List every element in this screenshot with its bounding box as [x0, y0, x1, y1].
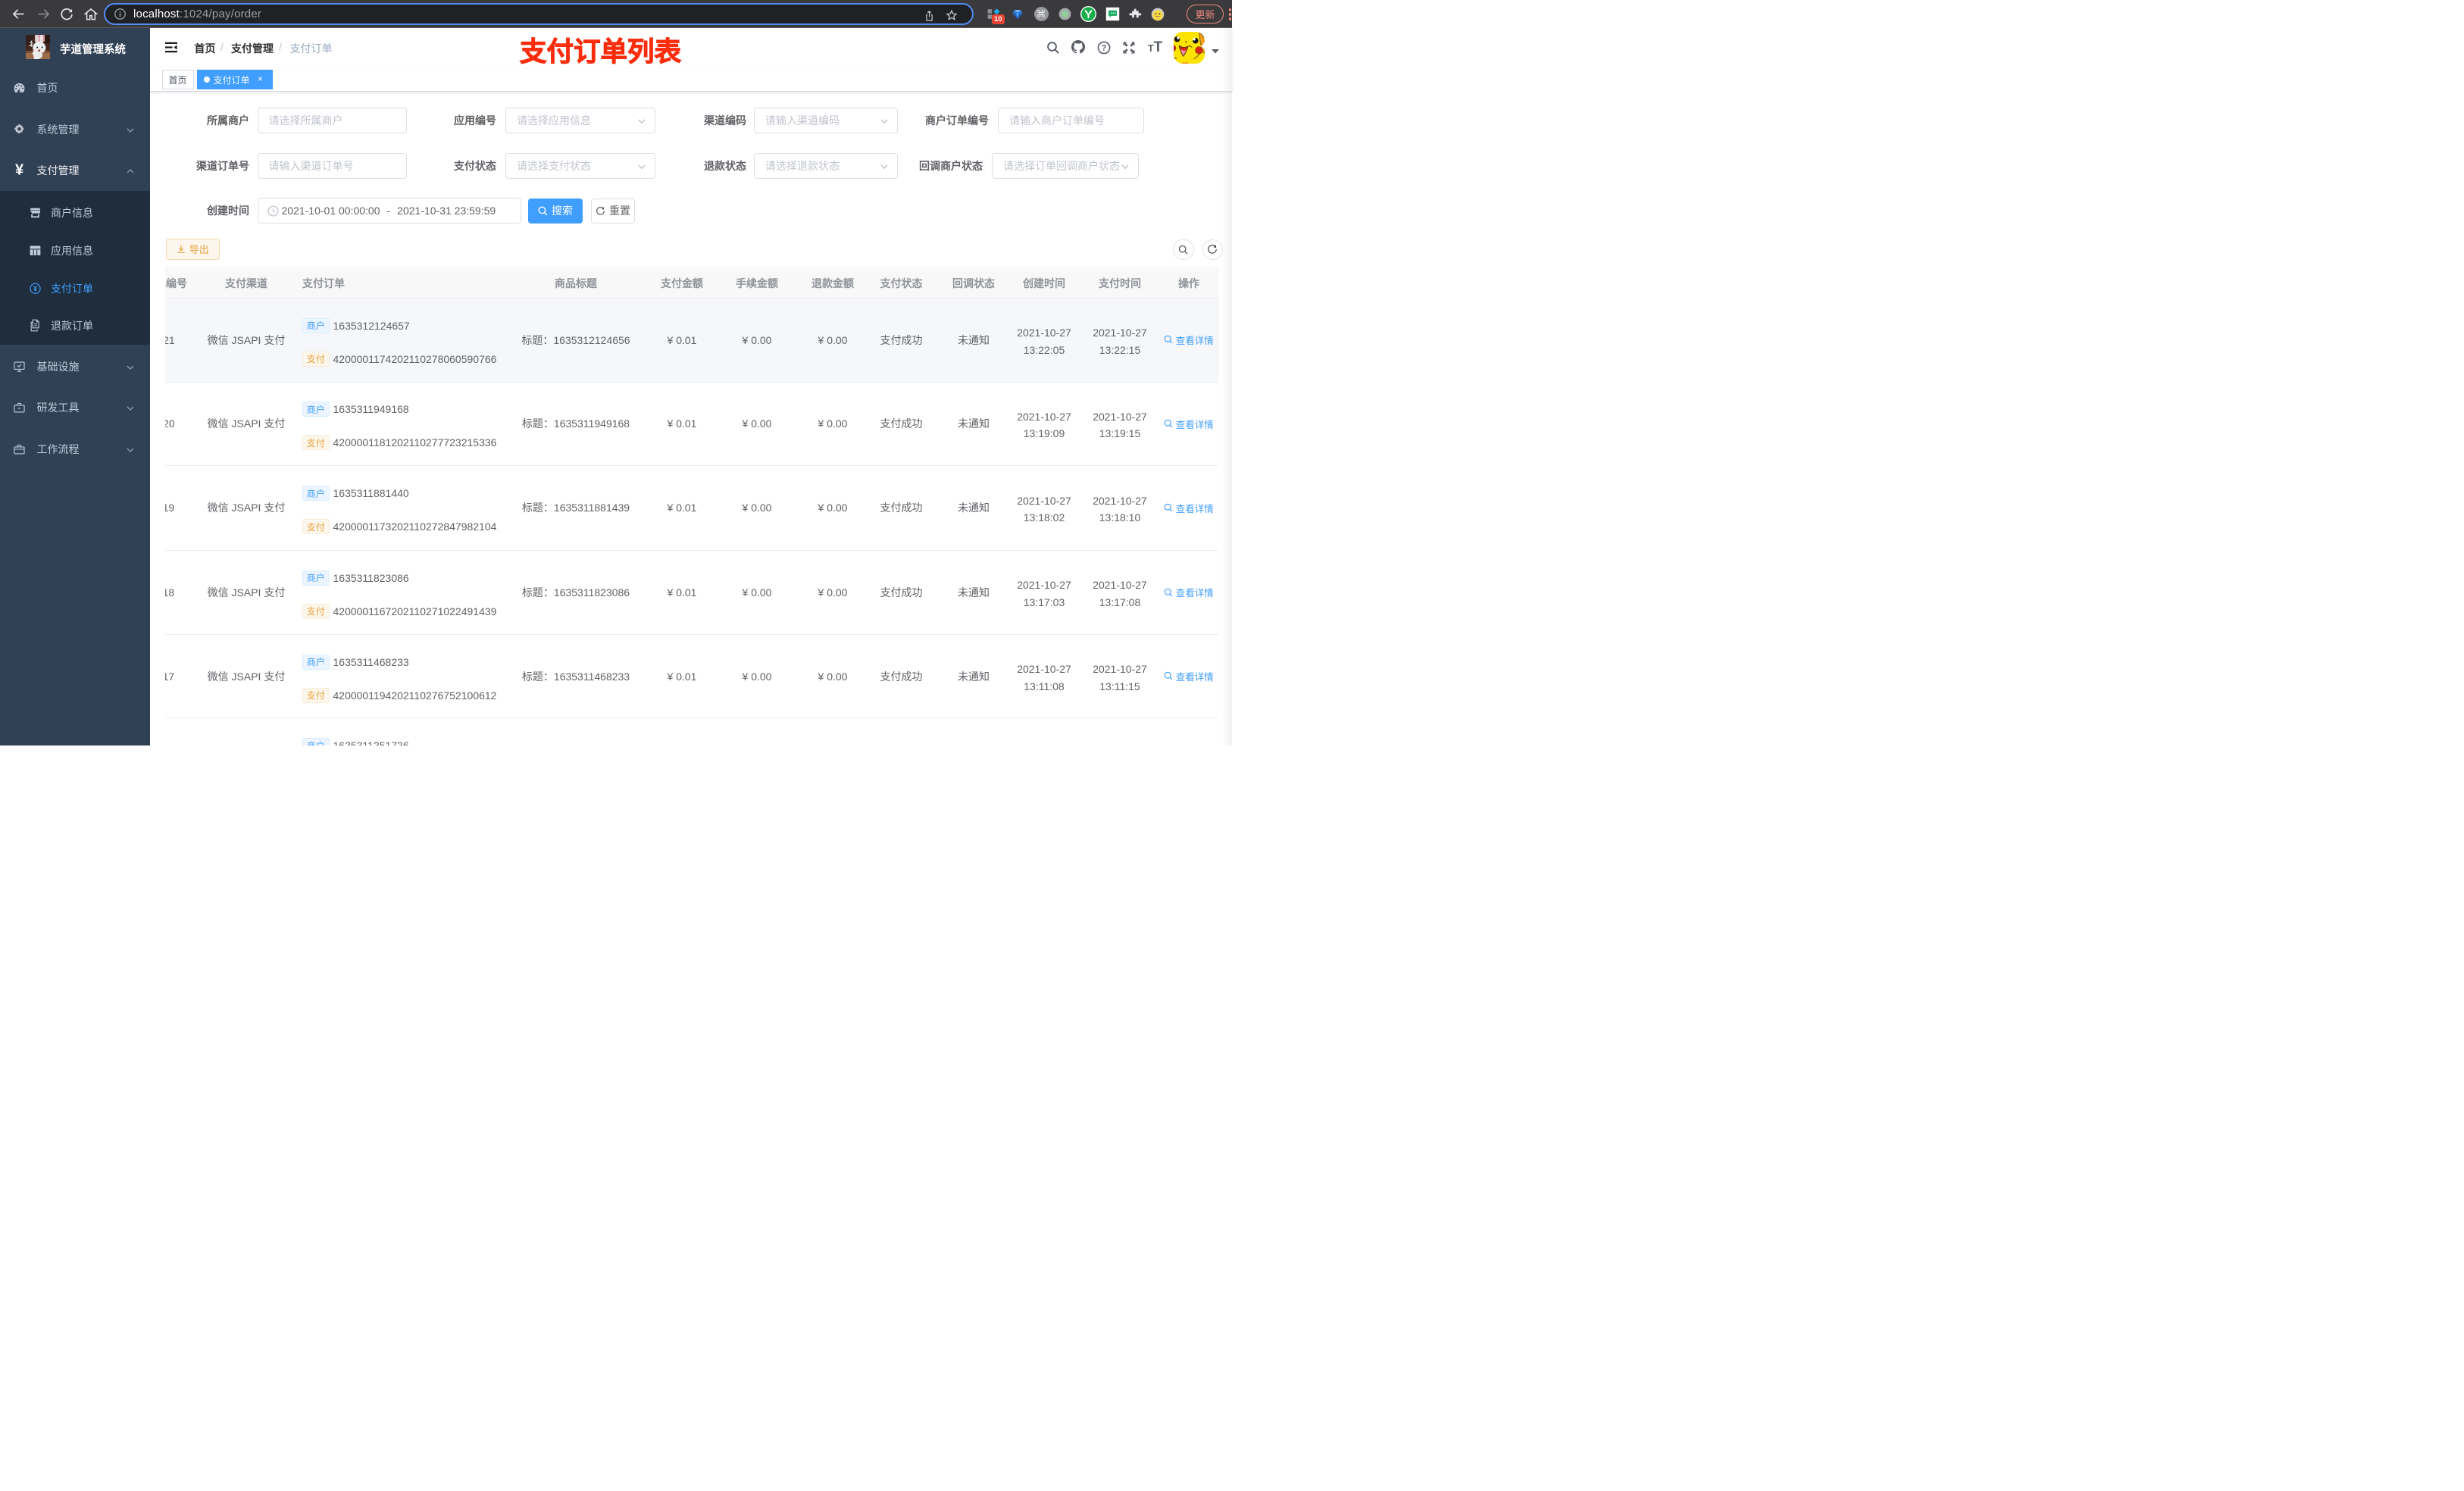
svg-text:?: ?	[1102, 44, 1107, 53]
